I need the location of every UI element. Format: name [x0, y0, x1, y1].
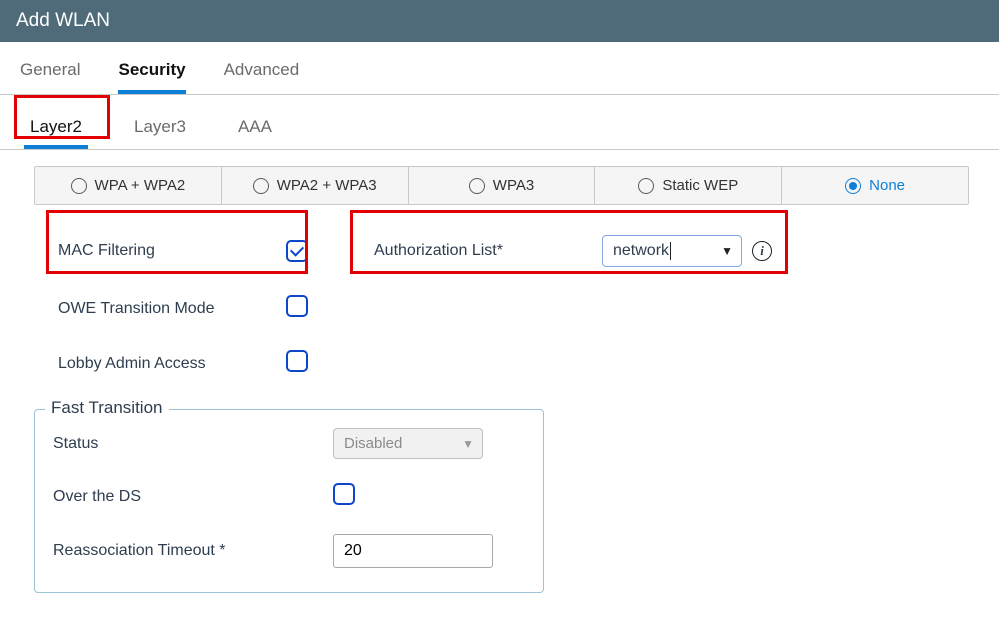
auth-list-select[interactable]: network ▼	[602, 235, 742, 267]
subtab-layer2[interactable]: Layer2	[24, 113, 88, 149]
fast-transition-fieldset: Fast Transition Status Disabled ▼ Over t…	[34, 409, 544, 593]
radio-icon	[845, 178, 861, 194]
ft-status-select[interactable]: Disabled ▼	[333, 428, 483, 459]
tab-advanced[interactable]: Advanced	[224, 60, 300, 94]
subtab-layer3[interactable]: Layer3	[128, 113, 192, 149]
radio-label: WPA + WPA2	[95, 177, 186, 194]
chevron-down-icon: ▼	[721, 244, 733, 258]
radio-icon	[253, 178, 269, 194]
lobby-admin-label: Lobby Admin Access	[58, 355, 258, 373]
radio-none[interactable]: None	[782, 167, 968, 204]
info-icon[interactable]: i	[752, 241, 772, 261]
chevron-down-icon: ▼	[462, 437, 474, 451]
owe-label: OWE Transition Mode	[58, 300, 258, 318]
security-mode-radio-group: WPA + WPA2 WPA2 + WPA3 WPA3 Static WEP N…	[34, 166, 969, 205]
radio-wpa-wpa2[interactable]: WPA + WPA2	[35, 167, 222, 204]
ft-status-value: Disabled	[344, 435, 402, 452]
ft-reassoc-input[interactable]	[333, 534, 493, 568]
radio-icon	[71, 178, 87, 194]
tab-security[interactable]: Security	[118, 60, 185, 94]
subtab-aaa[interactable]: AAA	[232, 113, 278, 149]
lobby-admin-checkbox[interactable]	[286, 350, 308, 372]
radio-icon	[469, 178, 485, 194]
radio-static-wep[interactable]: Static WEP	[595, 167, 782, 204]
mac-filtering-checkbox[interactable]	[286, 240, 308, 262]
layer2-panel: WPA + WPA2 WPA2 + WPA3 WPA3 Static WEP N…	[0, 150, 999, 623]
radio-label: Static WEP	[662, 177, 738, 194]
auth-list-value: network	[613, 242, 669, 259]
tab-general[interactable]: General	[20, 60, 80, 94]
ft-over-ds-label: Over the DS	[53, 488, 293, 506]
radio-wpa2-wpa3[interactable]: WPA2 + WPA3	[222, 167, 409, 204]
mac-filtering-label: MAC Filtering	[58, 242, 258, 260]
owe-checkbox[interactable]	[286, 295, 308, 317]
radio-label: None	[869, 177, 905, 194]
primary-tabs: General Security Advanced	[0, 42, 999, 95]
security-subtabs: Layer2 Layer3 AAA	[0, 99, 999, 150]
radio-icon	[638, 178, 654, 194]
auth-list-label: Authorization List*	[374, 242, 574, 260]
window-title: Add WLAN	[16, 10, 110, 31]
window-title-bar: Add WLAN	[0, 0, 999, 42]
radio-wpa3[interactable]: WPA3	[409, 167, 596, 204]
ft-status-label: Status	[53, 435, 293, 453]
ft-reassoc-label: Reassociation Timeout *	[53, 542, 293, 560]
fast-transition-legend: Fast Transition	[45, 398, 169, 418]
ft-over-ds-checkbox[interactable]	[333, 483, 355, 505]
radio-label: WPA3	[493, 177, 534, 194]
radio-label: WPA2 + WPA3	[277, 177, 377, 194]
